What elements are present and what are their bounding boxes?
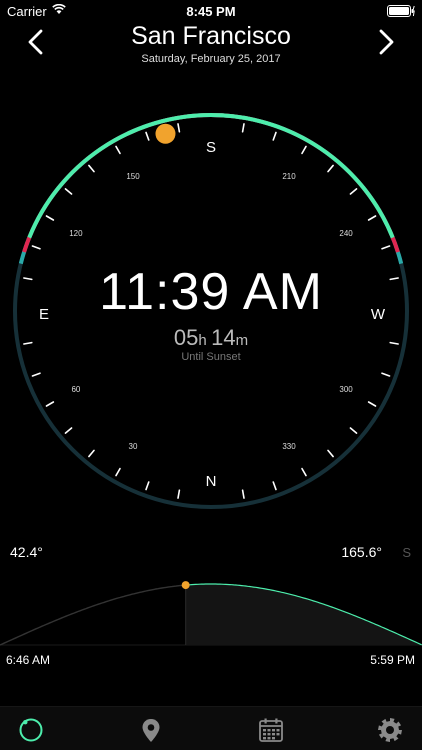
cardinal-north: N (206, 473, 217, 490)
dial-tick (381, 372, 391, 377)
dial-icon[interactable] (18, 717, 44, 743)
dial-tick (115, 145, 121, 155)
dial-tick (64, 188, 73, 195)
sun-azimuth: 165.6° (341, 544, 382, 560)
sun-position-dot (181, 581, 190, 590)
time-until-sunset: 05h 14m (0, 325, 422, 351)
dial-tick (145, 481, 150, 491)
sun-altitude: 42.4° (10, 544, 43, 560)
date-subtitle: Saturday, February 25, 2017 (141, 53, 281, 65)
remaining-day-area (185, 584, 422, 645)
degree-label: 60 (71, 385, 80, 394)
dial-tick (31, 245, 41, 250)
status-time: 8:45 PM (186, 4, 236, 19)
degree-label: 240 (339, 229, 353, 238)
dusk-arc (18, 113, 404, 265)
tab-bar (0, 706, 422, 750)
countdown-minutes: 14 (211, 325, 236, 350)
dial-tick (327, 449, 334, 458)
dial-tick (349, 427, 358, 434)
degree-label: 30 (129, 442, 138, 451)
dial-tick (367, 215, 377, 221)
dial-tick (272, 481, 277, 491)
dial-tick (45, 401, 55, 407)
dial-tick (241, 123, 245, 133)
dial-tick (381, 245, 391, 250)
sun-path-curve[interactable] (0, 570, 422, 650)
degree-label: 300 (339, 385, 353, 394)
dial-tick (88, 164, 95, 173)
gear-icon[interactable] (377, 717, 403, 743)
degree-label: 210 (282, 172, 296, 181)
degree-label: 150 (126, 172, 140, 181)
elapsed-path (0, 584, 185, 646)
current-time: 11:39 AM (99, 263, 323, 321)
dial-tick (272, 131, 277, 141)
dial-tick (241, 489, 245, 499)
degree-label: 330 (282, 442, 296, 451)
dial-tick (301, 145, 307, 155)
sunrise-time: 6:46 AM (6, 653, 51, 667)
dial-tick (349, 188, 358, 195)
countdown-label: Until Sunset (181, 351, 241, 363)
dial-tick (327, 164, 334, 173)
countdown-minutes-unit: m (235, 332, 249, 349)
next-location-button[interactable] (372, 28, 400, 56)
dial-tick (145, 131, 150, 141)
dial-tick (177, 123, 181, 133)
countdown-hours-unit: h (198, 332, 207, 349)
city-title: San Francisco (131, 22, 291, 50)
dial-tick (301, 467, 307, 477)
dial-tick (367, 401, 377, 407)
status-bar: Carrier 8:45 PM (0, 0, 422, 22)
sunset-time: 5:59 PM (370, 653, 415, 667)
sun-marker (155, 123, 176, 144)
daylight-arc (27, 112, 395, 239)
location-pin-icon[interactable] (138, 717, 164, 743)
battery-icon (387, 5, 415, 17)
dial-tick (31, 372, 41, 377)
cardinal-south: S (206, 139, 216, 156)
previous-location-button[interactable] (22, 28, 50, 56)
dial-tick (115, 467, 121, 477)
calendar-icon[interactable] (258, 717, 284, 743)
countdown-hours: 05 (173, 325, 199, 350)
dial-tick (177, 489, 181, 499)
sun-azimuth-direction: S (402, 545, 411, 560)
dial-tick (45, 215, 55, 221)
degree-label: 120 (69, 229, 83, 238)
dial-tick (64, 427, 73, 434)
dial-tick (88, 449, 95, 458)
